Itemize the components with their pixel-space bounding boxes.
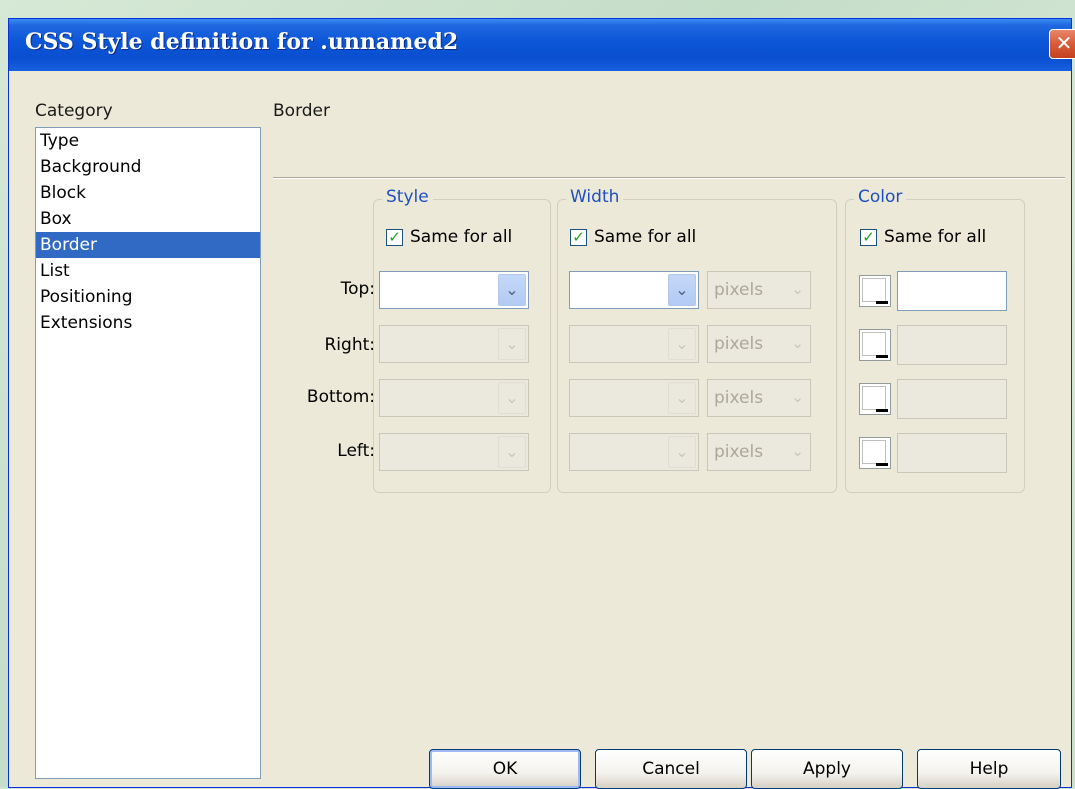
- category-item-block[interactable]: Block: [36, 180, 260, 206]
- chevron-down-icon[interactable]: ⌄: [791, 334, 804, 352]
- width-left-unit-select[interactable]: pixels ⌄: [707, 433, 811, 471]
- panel-heading: Border: [273, 101, 330, 121]
- width-right-unit-select[interactable]: pixels ⌄: [707, 325, 811, 363]
- chevron-down-icon[interactable]: ⌄: [498, 274, 526, 306]
- color-bottom-picker-icon[interactable]: [859, 383, 891, 415]
- category-item-border[interactable]: Border: [36, 232, 260, 258]
- width-right-select[interactable]: ⌄: [569, 325, 699, 363]
- color-left-picker-icon[interactable]: [859, 437, 891, 469]
- help-button[interactable]: Help: [917, 749, 1061, 789]
- style-group-title: Style: [382, 187, 433, 207]
- category-item-background[interactable]: Background: [36, 154, 260, 180]
- chevron-down-icon[interactable]: ⌄: [791, 388, 804, 406]
- color-group-title: Color: [854, 187, 907, 207]
- style-top-select[interactable]: ⌄: [379, 271, 529, 309]
- category-item-extensions[interactable]: Extensions: [36, 310, 260, 336]
- row-label-top: Top:: [340, 279, 375, 299]
- chevron-down-icon[interactable]: ⌄: [668, 436, 696, 468]
- width-left-select[interactable]: ⌄: [569, 433, 699, 471]
- chevron-down-icon[interactable]: ⌄: [498, 382, 526, 414]
- swatch-preview: [862, 386, 886, 410]
- row-label-left: Left:: [337, 441, 375, 461]
- cancel-button[interactable]: Cancel: [595, 749, 747, 789]
- style-left-select[interactable]: ⌄: [379, 433, 529, 471]
- color-same-for-all-checkbox[interactable]: ✓: [860, 229, 877, 246]
- category-item-positioning[interactable]: Positioning: [36, 284, 260, 310]
- width-group-title: Width: [566, 187, 624, 207]
- chevron-down-icon[interactable]: ⌄: [668, 382, 696, 414]
- close-icon[interactable]: ✕: [1049, 29, 1075, 59]
- chevron-down-icon[interactable]: ⌄: [498, 328, 526, 360]
- swatch-preview: [862, 278, 886, 302]
- width-same-for-all-checkbox[interactable]: ✓: [570, 229, 587, 246]
- heading-divider: [273, 177, 1065, 179]
- chevron-down-icon[interactable]: ⌄: [668, 274, 696, 306]
- width-top-select[interactable]: ⌄: [569, 271, 699, 309]
- color-bottom-input[interactable]: [897, 379, 1007, 419]
- style-right-select[interactable]: ⌄: [379, 325, 529, 363]
- width-bottom-select[interactable]: ⌄: [569, 379, 699, 417]
- chevron-down-icon[interactable]: ⌄: [791, 280, 804, 298]
- color-top-picker-icon[interactable]: [859, 275, 891, 307]
- color-right-input[interactable]: [897, 325, 1007, 365]
- category-item-type[interactable]: Type: [36, 128, 260, 154]
- category-label: Category: [35, 101, 113, 121]
- swatch-preview: [862, 332, 886, 356]
- style-same-for-all-checkbox[interactable]: ✓: [386, 229, 403, 246]
- width-bottom-unit-value: pixels: [714, 388, 764, 408]
- chevron-down-icon[interactable]: ⌄: [498, 436, 526, 468]
- row-label-bottom: Bottom:: [306, 387, 375, 407]
- chevron-down-icon[interactable]: ⌄: [791, 442, 804, 460]
- category-item-list[interactable]: List: [36, 258, 260, 284]
- color-left-input[interactable]: [897, 433, 1007, 473]
- style-same-for-all-label: Same for all: [410, 227, 513, 247]
- width-top-unit-value: pixels: [714, 280, 764, 300]
- width-right-unit-value: pixels: [714, 334, 764, 354]
- apply-button[interactable]: Apply: [751, 749, 903, 789]
- window-title: CSS Style definition for .unnamed2: [25, 29, 459, 55]
- color-same-for-all-label: Same for all: [884, 227, 987, 247]
- width-top-unit-select[interactable]: pixels ⌄: [707, 271, 811, 309]
- width-bottom-unit-select[interactable]: pixels ⌄: [707, 379, 811, 417]
- ok-button[interactable]: OK: [429, 749, 581, 789]
- width-left-unit-value: pixels: [714, 442, 764, 462]
- category-item-box[interactable]: Box: [36, 206, 260, 232]
- chevron-down-icon[interactable]: ⌄: [668, 328, 696, 360]
- css-style-dialog: CSS Style definition for .unnamed2 ✕ Cat…: [8, 18, 1075, 789]
- dialog-client-area: Category Border Type Background Block Bo…: [9, 71, 1071, 789]
- color-top-input[interactable]: [897, 271, 1007, 311]
- title-bar[interactable]: CSS Style definition for .unnamed2 ✕: [9, 19, 1075, 71]
- row-label-right: Right:: [324, 335, 376, 355]
- style-bottom-select[interactable]: ⌄: [379, 379, 529, 417]
- color-right-picker-icon[interactable]: [859, 329, 891, 361]
- category-list[interactable]: Type Background Block Box Border List Po…: [35, 127, 261, 779]
- swatch-preview: [862, 440, 886, 464]
- width-same-for-all-label: Same for all: [594, 227, 697, 247]
